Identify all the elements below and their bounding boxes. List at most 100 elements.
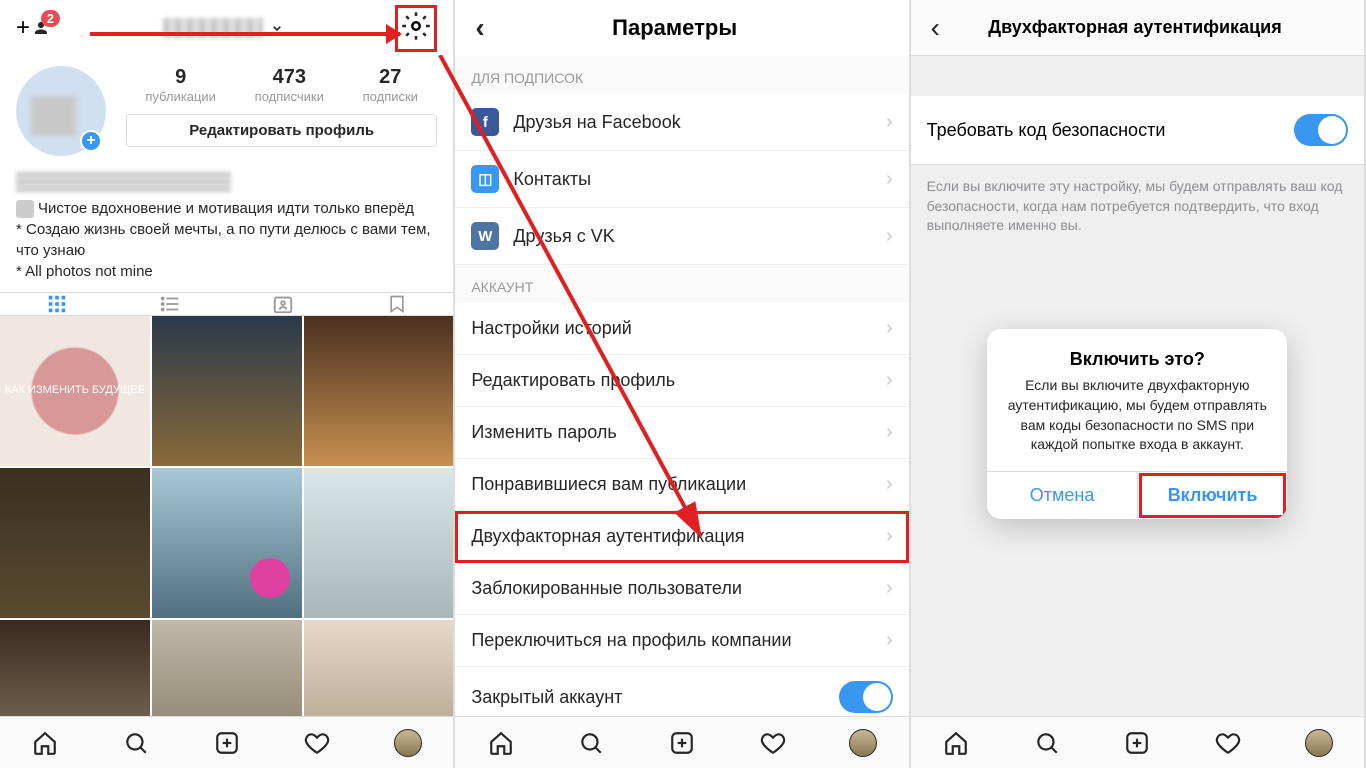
- home-icon: [943, 730, 969, 756]
- add-tab[interactable]: [637, 717, 728, 768]
- settings-title: Параметры: [493, 15, 857, 41]
- row-switch-business[interactable]: Переключиться на профиль компании›: [455, 615, 908, 667]
- bottom-nav: [455, 716, 908, 768]
- discover-people-button[interactable]: + 2: [16, 14, 52, 42]
- bio-line: Чистое вдохновение и мотивация идти толь…: [38, 200, 414, 217]
- facebook-icon: f: [471, 108, 499, 136]
- screen-two-factor: ‹ Двухфакторная аутентификация Требовать…: [911, 0, 1366, 768]
- row-blocked-users[interactable]: Заблокированные пользователи›: [455, 563, 908, 615]
- tutorial-arrow-1: [90, 32, 400, 36]
- row-vk-friends[interactable]: WДрузья с VK›: [455, 208, 908, 265]
- home-tab[interactable]: [0, 717, 91, 768]
- chevron-right-icon: ›: [886, 473, 893, 496]
- display-name-redacted: [16, 172, 231, 192]
- activity-tab[interactable]: [727, 717, 818, 768]
- add-story-badge[interactable]: +: [80, 130, 102, 152]
- section-header-account: АККАУНТ: [455, 265, 908, 303]
- bookmark-icon: [387, 293, 407, 315]
- profile-view-tabs: [0, 292, 453, 316]
- search-tab[interactable]: [546, 717, 637, 768]
- search-icon: [578, 730, 604, 756]
- dialog-title: Включить это?: [1003, 349, 1271, 370]
- activity-tab[interactable]: [272, 717, 363, 768]
- profile-tab[interactable]: [363, 717, 454, 768]
- settings-header: ‹ Параметры: [455, 0, 908, 56]
- chevron-right-icon: ›: [886, 629, 893, 652]
- bio-line: * All photos not mine: [16, 261, 437, 282]
- search-tab[interactable]: [1001, 717, 1092, 768]
- grid-icon: [46, 293, 68, 315]
- posts-stat[interactable]: 9публикации: [145, 66, 216, 104]
- edit-profile-button[interactable]: Редактировать профиль: [126, 114, 437, 147]
- heart-icon: [304, 730, 330, 756]
- discover-badge: 2: [41, 10, 60, 27]
- saved-view-tab[interactable]: [340, 293, 453, 315]
- row-edit-profile[interactable]: Редактировать профиль›: [455, 355, 908, 407]
- dialog-cancel-button[interactable]: Отмена: [987, 472, 1138, 519]
- section-header-subscribe: ДЛЯ ПОДПИСОК: [455, 56, 908, 94]
- chevron-right-icon: ›: [886, 421, 893, 444]
- grid-post[interactable]: [152, 468, 302, 618]
- tagged-view-tab[interactable]: [227, 293, 340, 315]
- profile-info: + 9публикации 473подписчики 27подписки Р…: [0, 56, 453, 162]
- row-change-password[interactable]: Изменить пароль›: [455, 407, 908, 459]
- profile-avatar-small: [1305, 729, 1333, 757]
- chevron-right-icon: ›: [886, 525, 893, 548]
- profile-avatar[interactable]: +: [16, 66, 106, 156]
- add-tab[interactable]: [181, 717, 272, 768]
- list-view-tab[interactable]: [113, 293, 226, 315]
- home-tab[interactable]: [911, 717, 1002, 768]
- plus-square-icon: [669, 730, 695, 756]
- tagged-icon: [272, 293, 294, 315]
- heart-icon: [760, 730, 786, 756]
- profile-tab[interactable]: [1273, 717, 1364, 768]
- grid-post[interactable]: [304, 316, 454, 466]
- bottom-nav: [0, 716, 453, 768]
- bio-line: * Создаю жизнь своей мечты, а по пути де…: [16, 219, 437, 261]
- chevron-right-icon: ›: [886, 577, 893, 600]
- activity-tab[interactable]: [1183, 717, 1274, 768]
- heart-icon: [1215, 730, 1241, 756]
- grid-view-tab[interactable]: [0, 293, 113, 315]
- grid-post[interactable]: [152, 316, 302, 466]
- contacts-icon: ◫: [471, 165, 499, 193]
- grid-post[interactable]: КАК ИЗМЕНИТЬ БУДУЩЕЕ: [0, 316, 150, 466]
- profile-avatar-small: [849, 729, 877, 757]
- grid-post[interactable]: [0, 468, 150, 618]
- home-tab[interactable]: [455, 717, 546, 768]
- back-button[interactable]: ‹: [467, 12, 492, 44]
- row-story-settings[interactable]: Настройки историй›: [455, 303, 908, 355]
- screen-settings: ‹ Параметры ДЛЯ ПОДПИСОК fДрузья на Face…: [455, 0, 910, 768]
- bottom-nav: [911, 716, 1364, 768]
- dialog-backdrop: Включить это? Если вы включите двухфакто…: [911, 0, 1364, 768]
- gear-icon: [401, 11, 431, 41]
- following-stat[interactable]: 27подписки: [363, 66, 418, 104]
- plus-square-icon: [1124, 730, 1150, 756]
- add-tab[interactable]: [1092, 717, 1183, 768]
- chevron-right-icon: ›: [886, 111, 893, 134]
- chevron-right-icon: ›: [886, 225, 893, 248]
- home-icon: [488, 730, 514, 756]
- search-icon: [1034, 730, 1060, 756]
- screen-profile: + 2 + 9публикации 473подписчики 27подпис…: [0, 0, 455, 768]
- plus-square-icon: [214, 730, 240, 756]
- grid-post[interactable]: [304, 468, 454, 618]
- dove-icon: [16, 200, 34, 218]
- dialog-message: Если вы включите двухфакторную аутентифи…: [1003, 376, 1271, 454]
- row-facebook-friends[interactable]: fДрузья на Facebook›: [455, 94, 908, 151]
- profile-tab[interactable]: [818, 717, 909, 768]
- row-liked-posts[interactable]: Понравившиеся вам публикации›: [455, 459, 908, 511]
- profile-avatar-small: [394, 729, 422, 757]
- chevron-right-icon: ›: [886, 369, 893, 392]
- row-two-factor-auth[interactable]: Двухфакторная аутентификация›: [455, 511, 908, 563]
- search-tab[interactable]: [91, 717, 182, 768]
- posts-grid: КАК ИЗМЕНИТЬ БУДУЩЕЕ: [0, 316, 453, 768]
- followers-stat[interactable]: 473подписчики: [255, 66, 324, 104]
- private-toggle[interactable]: [839, 681, 893, 713]
- enable-2fa-dialog: Включить это? Если вы включите двухфакто…: [987, 329, 1287, 518]
- chevron-right-icon: ›: [886, 317, 893, 340]
- dialog-enable-button[interactable]: Включить: [1138, 472, 1288, 519]
- list-icon: [159, 293, 181, 315]
- row-contacts[interactable]: ◫Контакты›: [455, 151, 908, 208]
- search-icon: [123, 730, 149, 756]
